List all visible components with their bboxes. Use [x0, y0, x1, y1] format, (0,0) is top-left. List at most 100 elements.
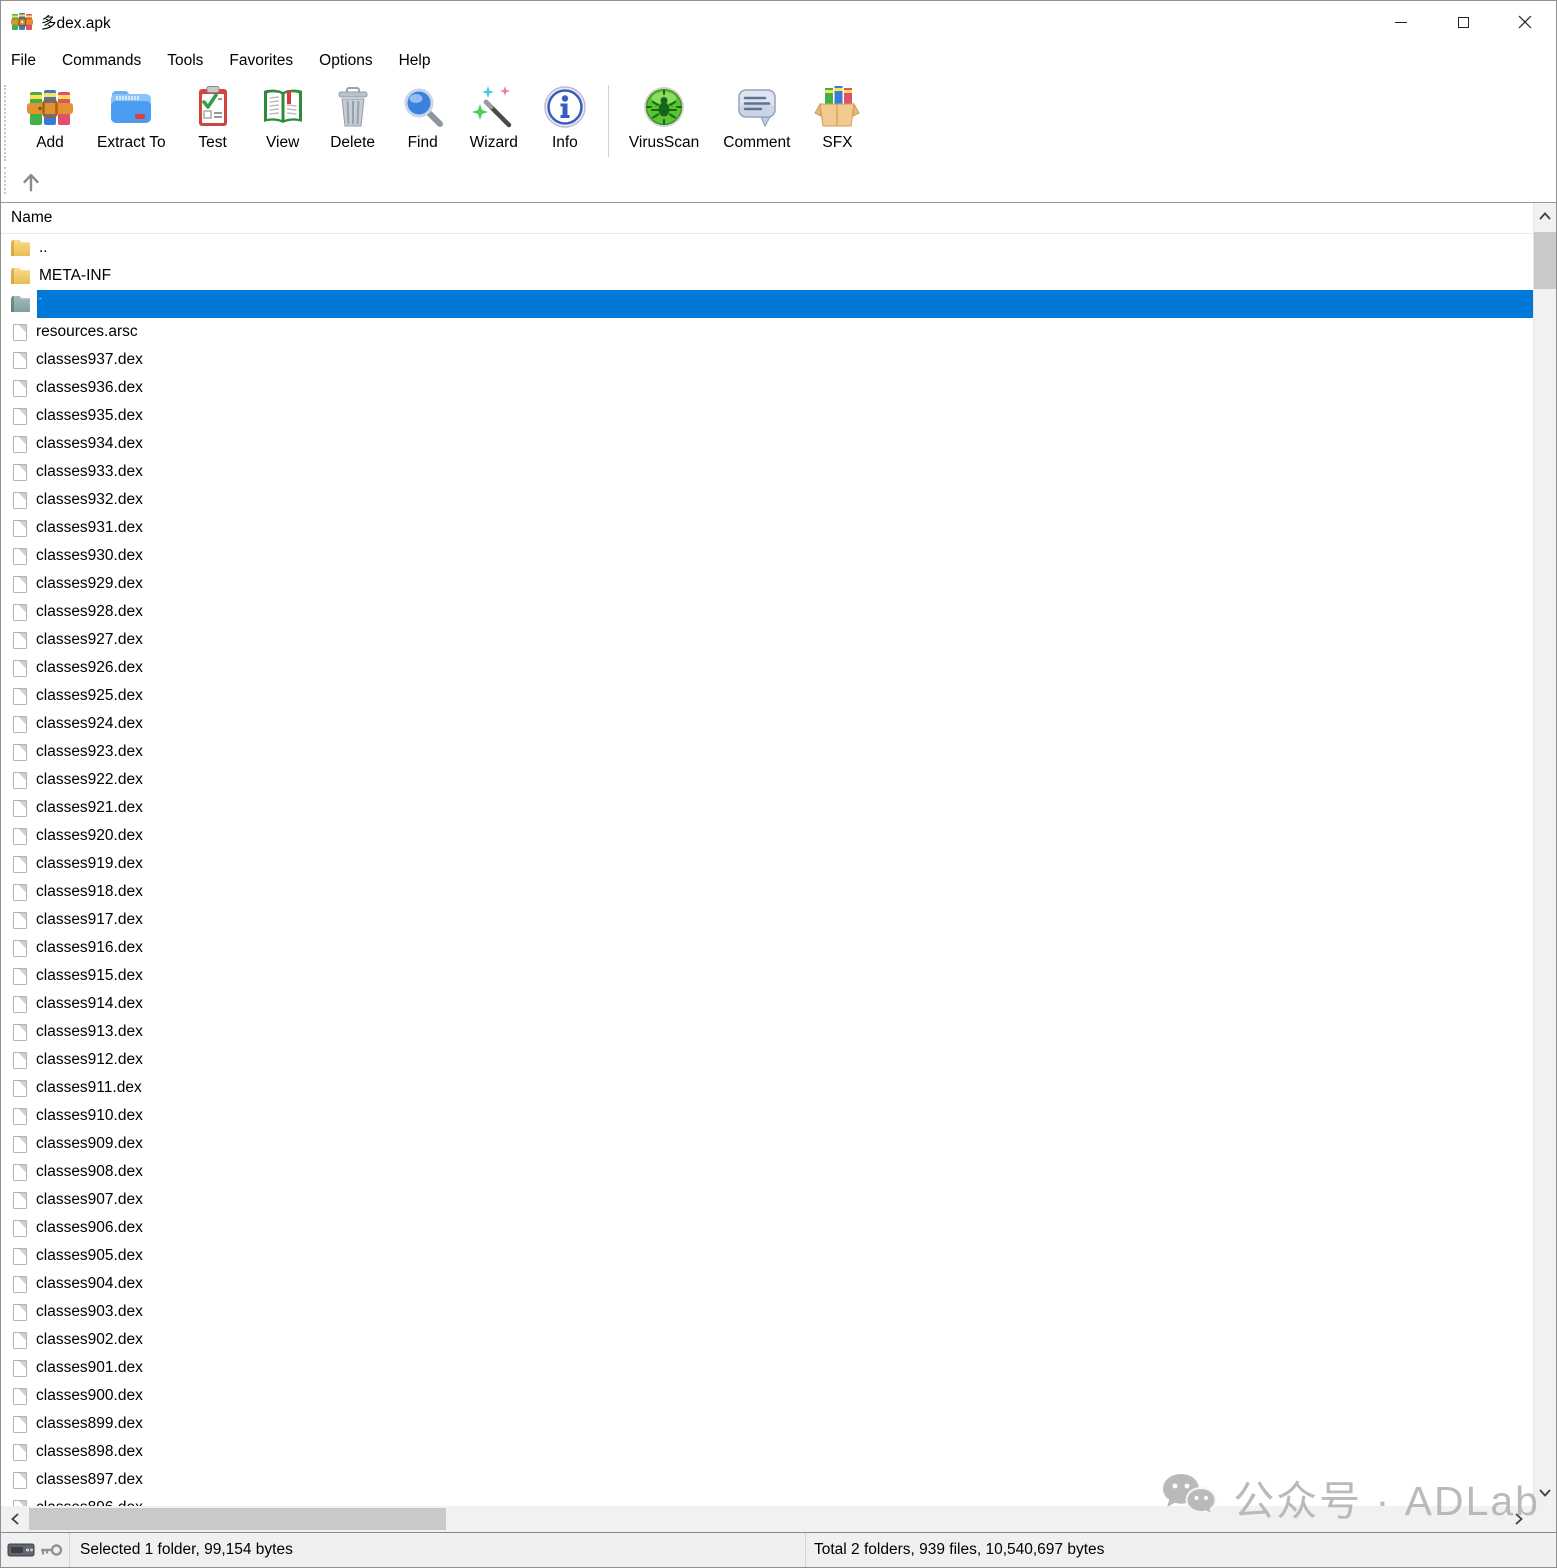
file-row[interactable]: classes906.dex	[1, 1214, 1533, 1242]
file-row[interactable]: ..	[1, 234, 1533, 262]
file-icon	[13, 1136, 27, 1153]
file-name: classes900.dex	[36, 1387, 143, 1405]
maximize-button[interactable]	[1432, 1, 1494, 43]
file-name: classes899.dex	[36, 1415, 143, 1433]
file-row[interactable]: classes910.dex	[1, 1102, 1533, 1130]
key-icon[interactable]	[39, 1543, 63, 1557]
drive-icon[interactable]	[7, 1543, 35, 1557]
file-row[interactable]: classes925.dex	[1, 682, 1533, 710]
close-button[interactable]	[1494, 1, 1556, 43]
file-row[interactable]: classes933.dex	[1, 458, 1533, 486]
scroll-left-button[interactable]	[1, 1506, 29, 1532]
file-name: classes936.dex	[36, 379, 143, 397]
file-row[interactable]: classes927.dex	[1, 626, 1533, 654]
wizard-button[interactable]: Wizard	[458, 83, 530, 152]
file-row[interactable]: classes934.dex	[1, 430, 1533, 458]
file-row[interactable]: classes901.dex	[1, 1354, 1533, 1382]
test-clipboard-icon	[190, 85, 236, 131]
column-header-name[interactable]: Name	[1, 203, 1533, 234]
menu-tools[interactable]: Tools	[154, 52, 216, 70]
file-icon	[13, 996, 27, 1013]
file-row[interactable]: classes919.dex	[1, 850, 1533, 878]
file-row[interactable]: classes900.dex	[1, 1382, 1533, 1410]
file-name: classes914.dex	[36, 995, 143, 1013]
file-row[interactable]: classes920.dex	[1, 822, 1533, 850]
scroll-down-button[interactable]	[1534, 1480, 1556, 1506]
info-button[interactable]: Info	[530, 83, 600, 152]
file-row[interactable]: classes907.dex	[1, 1186, 1533, 1214]
vertical-scrollbar[interactable]	[1533, 203, 1556, 1506]
file-row[interactable]: classes923.dex	[1, 738, 1533, 766]
view-button[interactable]: View	[248, 83, 318, 152]
chevron-down-icon	[1539, 1489, 1551, 1497]
up-directory-button[interactable]	[15, 167, 47, 197]
file-row[interactable]: classes935.dex	[1, 402, 1533, 430]
menu-favorites[interactable]: Favorites	[216, 52, 306, 70]
comment-button[interactable]: Comment	[711, 83, 802, 152]
extract-to-button[interactable]: Extract To	[85, 83, 178, 152]
file-row[interactable]: classes930.dex	[1, 542, 1533, 570]
file-icon	[13, 1388, 27, 1405]
file-row[interactable]: classes897.dex	[1, 1466, 1533, 1494]
file-row[interactable]: classes937.dex	[1, 346, 1533, 374]
file-row[interactable]: classes898.dex	[1, 1438, 1533, 1466]
minimize-icon	[1395, 22, 1407, 23]
horizontal-scrollbar[interactable]	[1, 1506, 1533, 1532]
file-icon	[13, 1276, 27, 1293]
file-row[interactable]: classes909.dex	[1, 1130, 1533, 1158]
file-row[interactable]: classes915.dex	[1, 962, 1533, 990]
menu-options[interactable]: Options	[306, 52, 385, 70]
scroll-up-button[interactable]	[1534, 203, 1556, 229]
file-row[interactable]: resources.arsc	[1, 318, 1533, 346]
menu-help[interactable]: Help	[386, 52, 444, 70]
status-icons	[1, 1533, 70, 1567]
virusscan-button[interactable]: VirusScan	[617, 83, 711, 152]
sfx-button[interactable]: SFX	[802, 83, 872, 152]
toolbar: Add Extract To	[1, 79, 1556, 165]
file-icon	[13, 688, 27, 705]
file-row[interactable]: classes917.dex	[1, 906, 1533, 934]
file-row[interactable]: classes908.dex	[1, 1158, 1533, 1186]
file-row[interactable]: classes936.dex	[1, 374, 1533, 402]
file-row[interactable]: classes911.dex	[1, 1074, 1533, 1102]
find-button[interactable]: Find	[388, 83, 458, 152]
file-row[interactable]: classes929.dex	[1, 570, 1533, 598]
file-row[interactable]: classes914.dex	[1, 990, 1533, 1018]
file-row[interactable]: classes922.dex	[1, 766, 1533, 794]
file-row[interactable]: -	[1, 290, 1533, 318]
scroll-right-button[interactable]	[1505, 1506, 1533, 1532]
file-row[interactable]: classes904.dex	[1, 1270, 1533, 1298]
file-row[interactable]: classes899.dex	[1, 1410, 1533, 1438]
menu-commands[interactable]: Commands	[49, 52, 154, 70]
file-row[interactable]: classes902.dex	[1, 1326, 1533, 1354]
delete-button[interactable]: Delete	[318, 83, 388, 152]
file-name: classes909.dex	[36, 1135, 143, 1153]
file-row[interactable]: classes926.dex	[1, 654, 1533, 682]
file-row[interactable]: META-INF	[1, 262, 1533, 290]
test-button[interactable]: Test	[178, 83, 248, 152]
file-icon	[13, 436, 27, 453]
file-row[interactable]: classes903.dex	[1, 1298, 1533, 1326]
folder-icon	[11, 240, 30, 256]
file-row[interactable]: classes921.dex	[1, 794, 1533, 822]
file-row[interactable]: classes931.dex	[1, 514, 1533, 542]
file-row[interactable]: classes924.dex	[1, 710, 1533, 738]
file-row[interactable]: classes905.dex	[1, 1242, 1533, 1270]
add-button[interactable]: Add	[15, 83, 85, 152]
file-icon	[13, 1024, 27, 1041]
file-row[interactable]: classes896.dex	[1, 1494, 1533, 1506]
minimize-button[interactable]	[1370, 1, 1432, 43]
file-name: classes934.dex	[36, 435, 143, 453]
file-row[interactable]: classes913.dex	[1, 1018, 1533, 1046]
file-row[interactable]: classes928.dex	[1, 598, 1533, 626]
file-name: classes922.dex	[36, 771, 143, 789]
menu-file[interactable]: File	[1, 52, 49, 70]
file-row[interactable]: classes932.dex	[1, 486, 1533, 514]
file-row[interactable]: classes916.dex	[1, 934, 1533, 962]
file-row[interactable]: classes918.dex	[1, 878, 1533, 906]
file-row[interactable]: classes912.dex	[1, 1046, 1533, 1074]
file-name: classes898.dex	[36, 1443, 143, 1461]
horizontal-scroll-thumb[interactable]	[29, 1508, 446, 1530]
vertical-scroll-thumb[interactable]	[1534, 232, 1556, 289]
file-icon	[13, 1220, 27, 1237]
